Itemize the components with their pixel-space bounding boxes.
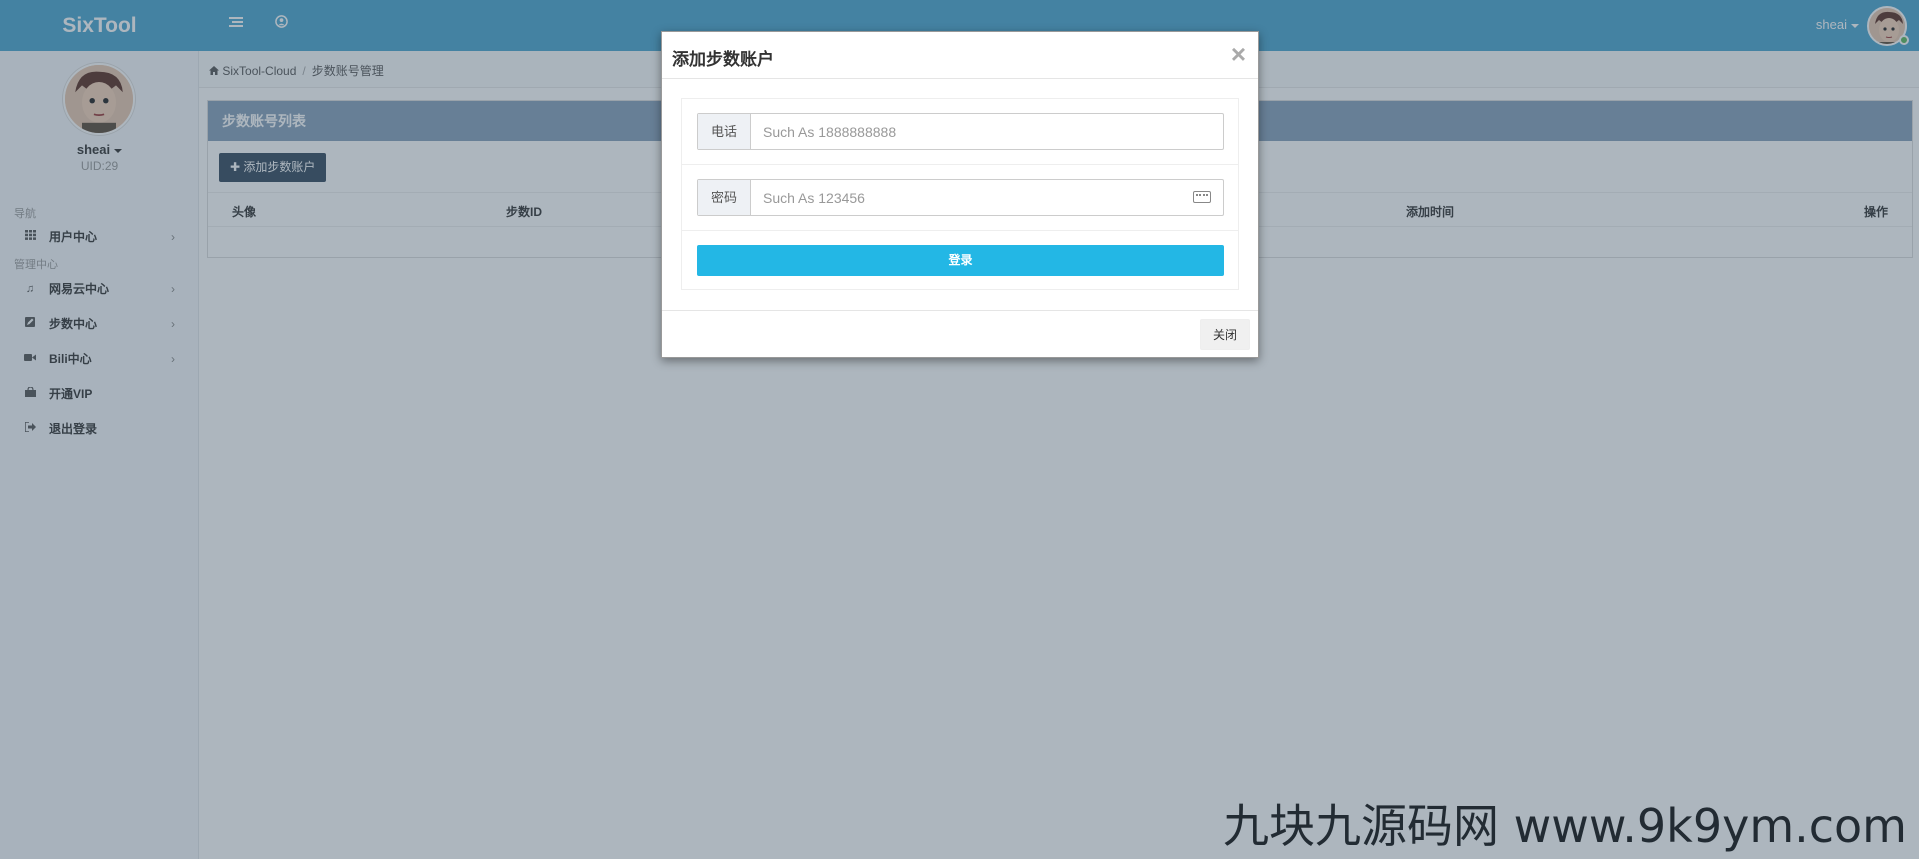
keyboard-icon[interactable]	[1193, 191, 1211, 203]
modal-title: 添加步数账户	[672, 50, 774, 69]
login-button[interactable]: 登录	[697, 245, 1224, 276]
phone-input-group: 电话	[697, 113, 1224, 150]
modal-header: 添加步数账户 ×	[662, 32, 1258, 79]
close-icon[interactable]: ×	[1231, 41, 1246, 67]
password-label: 密码	[698, 180, 751, 215]
modal-footer: 关闭	[662, 310, 1258, 357]
password-row: 密码	[682, 165, 1238, 231]
password-input[interactable]	[752, 180, 1223, 215]
phone-input[interactable]	[752, 114, 1223, 149]
close-button[interactable]: 关闭	[1200, 319, 1250, 350]
password-input-group: 密码	[697, 179, 1224, 216]
phone-label: 电话	[698, 114, 751, 149]
login-form: 电话 密码 登录	[681, 98, 1239, 290]
phone-row: 电话	[682, 99, 1238, 165]
add-step-account-modal: 添加步数账户 × 电话 密码 登录 关闭	[661, 31, 1259, 358]
